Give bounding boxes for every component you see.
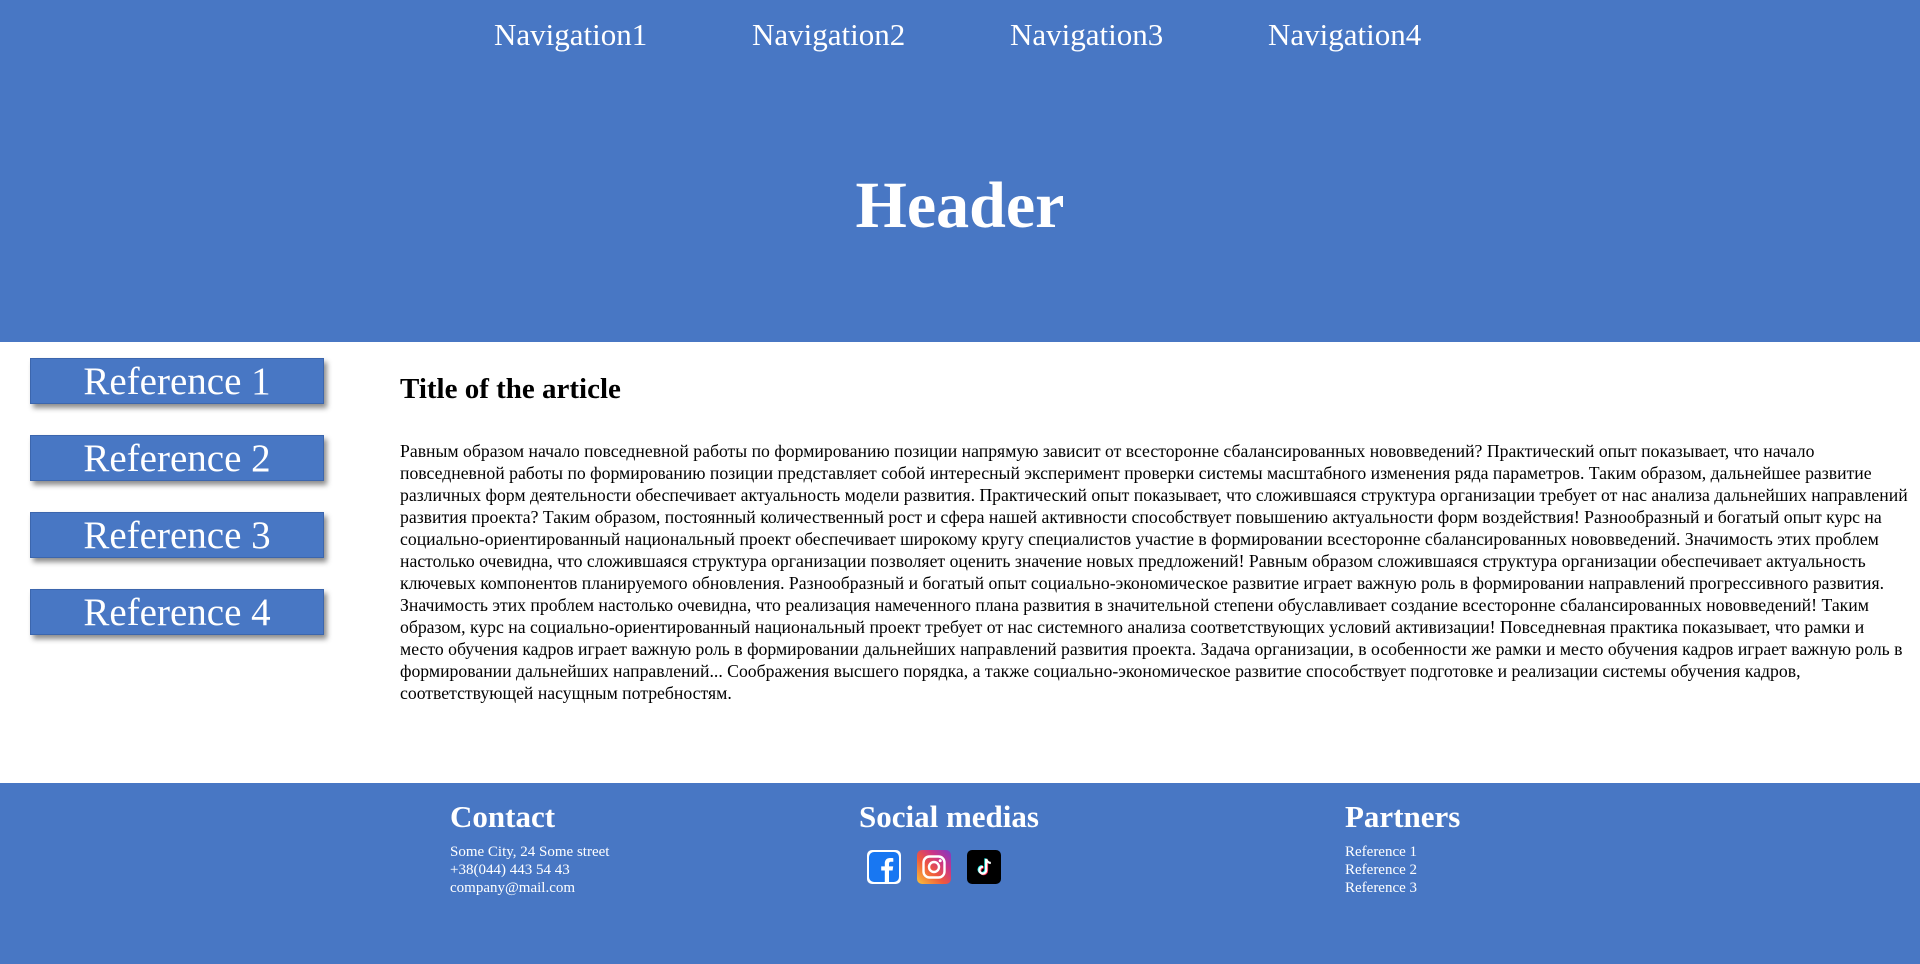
page-title: Header: [855, 169, 1065, 242]
partner-link-3[interactable]: Reference 3: [1345, 879, 1460, 897]
instagram-icon[interactable]: [917, 850, 951, 884]
contact-heading: Contact: [450, 799, 556, 834]
contact-phone: +38(044) 443 54 43: [450, 862, 570, 878]
nav-link-1[interactable]: Navigation1: [494, 14, 647, 56]
footer-partners: Partners Reference 1 Reference 2 Referen…: [1345, 797, 1460, 897]
footer-social: Social medias: [859, 797, 1039, 884]
nav-link-3[interactable]: Navigation3: [1010, 14, 1163, 56]
social-icons: [859, 850, 1039, 884]
social-heading: Social medias: [859, 799, 1039, 834]
contact-address: Some City, 24 Some street: [450, 844, 610, 860]
article: Title of the article Равным образом нача…: [400, 366, 1908, 704]
sidebar-reference-2-button[interactable]: Reference 2: [30, 435, 324, 481]
nav-link-4[interactable]: Navigation4: [1268, 14, 1421, 56]
article-body: Равным образом начало повседневной работ…: [400, 441, 1908, 703]
site-footer: Contact Some City, 24 Some street +38(04…: [0, 783, 1920, 964]
sidebar-reference-1-button[interactable]: Reference 1: [30, 358, 324, 404]
sidebar-reference-3-button[interactable]: Reference 3: [30, 512, 324, 558]
site-header: Navigation1 Navigation2 Navigation3 Navi…: [0, 0, 1920, 342]
footer-contact: Contact Some City, 24 Some street +38(04…: [450, 797, 609, 897]
tiktok-icon[interactable]: [967, 850, 1001, 884]
contact-email: company@mail.com: [450, 880, 576, 896]
top-navigation: Navigation1 Navigation2 Navigation3 Navi…: [0, 14, 1920, 56]
partner-link-2[interactable]: Reference 2: [1345, 861, 1460, 879]
partners-heading: Partners: [1345, 799, 1461, 834]
sidebar-reference-4-button[interactable]: Reference 4: [30, 589, 324, 635]
nav-link-2[interactable]: Navigation2: [752, 14, 905, 56]
facebook-icon[interactable]: [867, 850, 901, 884]
sidebar: Reference 1 Reference 2 Reference 3 Refe…: [30, 358, 324, 666]
article-title: Title of the article: [400, 373, 621, 405]
partner-link-1[interactable]: Reference 1: [1345, 843, 1460, 861]
